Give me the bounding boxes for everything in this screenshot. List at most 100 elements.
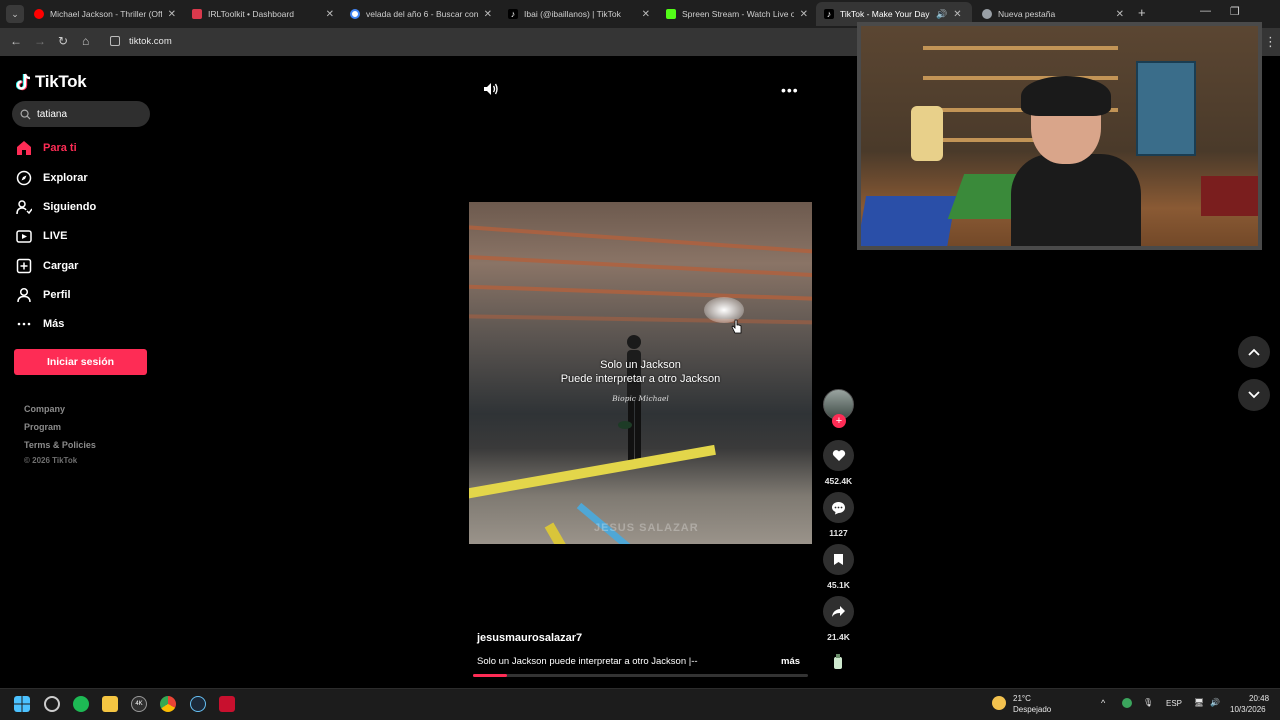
microphone-icon[interactable]: 🎙 [1143, 698, 1153, 707]
spotify-icon[interactable] [73, 696, 89, 712]
weather-desc[interactable]: Despejado [1013, 705, 1051, 714]
like-count: 452.4K [824, 476, 853, 486]
ceiling-beam [469, 224, 812, 256]
browser-tab[interactable]: Michael Jackson - Thriller (Offic ✕ [26, 2, 182, 26]
kick-icon [666, 9, 676, 19]
cartoon-figure [911, 106, 943, 161]
obs-icon[interactable] [44, 696, 60, 712]
previous-video-button[interactable] [1238, 336, 1270, 368]
app-icon[interactable] [219, 696, 235, 712]
youtube-icon [34, 9, 44, 19]
address-bar[interactable]: tiktok.com [129, 36, 172, 47]
close-tab-icon[interactable]: ✕ [1116, 9, 1124, 20]
video-caption-line1: Solo un Jackson [600, 359, 681, 371]
next-video-button[interactable] [1238, 379, 1270, 411]
speaker-icon[interactable]: 🔊 [1210, 698, 1220, 707]
close-tab-icon[interactable]: ✕ [168, 9, 176, 20]
like-button[interactable] [823, 440, 854, 471]
red-chair [1201, 176, 1258, 216]
nav-mas[interactable]: Más [16, 316, 64, 332]
close-tab-icon[interactable]: ✕ [800, 9, 808, 20]
video-options-icon[interactable]: ••• [781, 82, 799, 98]
video-caption-line2: Puede interpretar a otro Jackson [560, 373, 721, 385]
site-info-icon[interactable] [110, 36, 120, 46]
tiktok-icon: ♪ [824, 9, 834, 19]
volume-icon[interactable] [483, 82, 499, 101]
comment-button[interactable] [823, 492, 854, 523]
tray-app-icon[interactable] [1122, 698, 1132, 708]
search-box[interactable] [12, 101, 150, 127]
network-icon[interactable]: 🖥 [1194, 698, 1204, 707]
follow-plus-icon[interactable]: + [832, 414, 846, 428]
nav-explorar[interactable]: Explorar [16, 170, 88, 186]
reload-icon[interactable]: ↻ [58, 34, 68, 48]
minecraft-figure [1136, 61, 1196, 156]
floor-line-yellow [469, 444, 716, 500]
weather-moon-icon[interactable] [992, 696, 1006, 710]
windows-start-icon[interactable] [14, 696, 30, 712]
google-icon [350, 9, 360, 19]
weather-temp[interactable]: 21°C [1013, 694, 1031, 703]
nav-para-ti[interactable]: Para ti [16, 140, 77, 156]
tab-search-button[interactable]: ⌄ [6, 5, 24, 23]
chevron-up-icon [1248, 348, 1260, 356]
clock-time[interactable]: 20:48 [1249, 694, 1269, 703]
close-tab-icon[interactable]: ✕ [953, 9, 961, 20]
more-description-link[interactable]: más [781, 656, 800, 667]
save-count: 45.1K [827, 580, 850, 590]
new-tab-icon[interactable]: + [1138, 5, 1146, 20]
minimize-icon[interactable]: — [1200, 5, 1211, 17]
video-progress-bar[interactable] [473, 674, 808, 677]
streamer-body [1011, 154, 1141, 246]
browser-menu-icon[interactable]: ⋮ [1264, 34, 1277, 50]
compass-icon [16, 170, 32, 186]
bookmark-icon [834, 554, 843, 565]
nav-live[interactable]: LIVE [16, 228, 67, 244]
cursor-hand-icon [731, 319, 742, 334]
close-tab-icon[interactable]: ✕ [326, 9, 334, 20]
ceiling-beam [469, 254, 812, 279]
chrome-taskbar-icon[interactable] [160, 696, 176, 712]
nav-perfil[interactable]: Perfil [16, 287, 71, 303]
video-caption-signature: Biopic Michael [612, 394, 669, 403]
video-author-username[interactable]: jesusmaurosalazar7 [477, 632, 582, 644]
music-disc-icon[interactable] [832, 654, 844, 670]
irltoolkit-icon [192, 9, 202, 19]
close-tab-icon[interactable]: ✕ [484, 9, 492, 20]
tiktok-logo[interactable]: TikTok [16, 72, 87, 92]
footer-link-program[interactable]: Program [24, 422, 61, 432]
nav-cargar[interactable]: Cargar [16, 258, 78, 274]
steam-icon[interactable] [190, 696, 206, 712]
comment-icon [832, 501, 845, 514]
home-browser-icon[interactable]: ⌂ [82, 34, 89, 48]
clock-date[interactable]: 10/3/2026 [1230, 705, 1266, 714]
webcam-overlay [857, 22, 1262, 250]
shelf [923, 46, 1118, 50]
footer-link-company[interactable]: Company [24, 404, 65, 414]
footer-link-terms[interactable]: Terms & Policies [24, 440, 96, 450]
file-explorer-icon[interactable] [102, 696, 118, 712]
chevron-down-icon [1248, 391, 1260, 399]
share-button[interactable] [823, 596, 854, 627]
close-tab-icon[interactable]: ✕ [642, 9, 650, 20]
4k-app-icon[interactable]: 4K [131, 696, 147, 712]
ceiling-beam [469, 314, 812, 325]
video-progress-fill [473, 674, 507, 677]
nav-siguiendo[interactable]: Siguiendo [16, 199, 96, 215]
search-input[interactable] [37, 108, 137, 120]
maximize-icon[interactable]: ❐ [1230, 5, 1240, 18]
forward-icon[interactable]: → [34, 34, 46, 48]
login-button[interactable]: Iniciar sesión [14, 349, 147, 375]
back-icon[interactable]: ← [10, 34, 22, 48]
browser-tab[interactable]: ♪ Ibai (@ibaillanos) | TikTok ✕ [500, 2, 656, 26]
browser-tab[interactable]: Spreen Stream - Watch Live on ✕ [658, 2, 814, 26]
comment-count: 1127 [829, 528, 848, 538]
browser-tab[interactable]: IRLToolkit • Dashboard ✕ [184, 2, 340, 26]
video-player[interactable]: Solo un Jackson Puede interpretar a otro… [469, 202, 812, 544]
language-indicator[interactable]: ESP [1166, 699, 1182, 708]
save-button[interactable] [823, 544, 854, 575]
tab-audio-icon[interactable]: 🔊 [936, 9, 947, 20]
chrome-icon [982, 9, 992, 19]
tray-overflow-icon[interactable]: ^ [1101, 698, 1105, 708]
browser-tab[interactable]: velada del año 6 - Buscar con G ✕ [342, 2, 498, 26]
